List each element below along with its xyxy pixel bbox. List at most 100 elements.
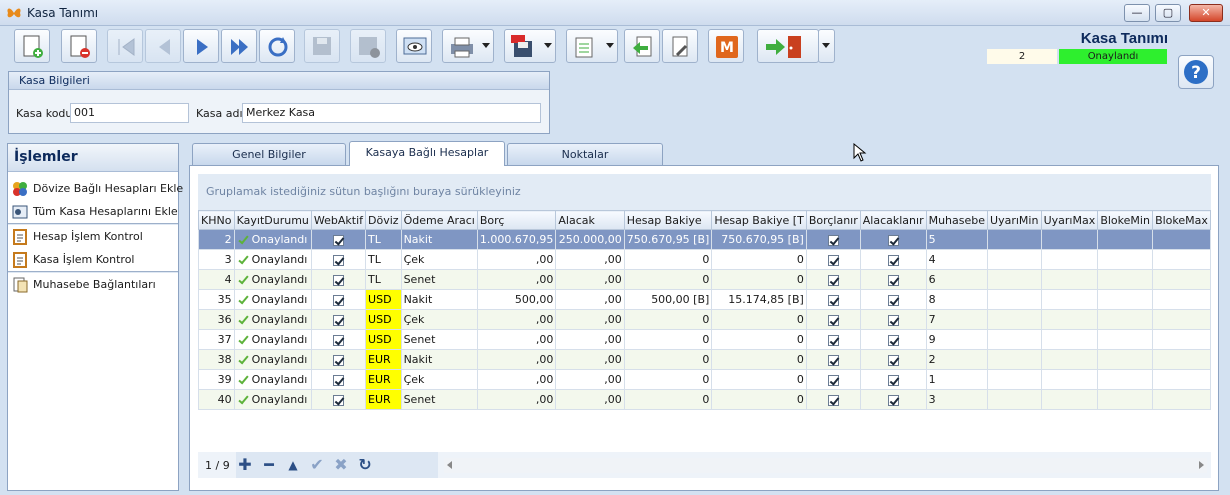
table-row[interactable]: 37 Onaylandı USD Senet ,00,00 0 0 9 bbox=[198, 329, 1211, 350]
uyari-min-cell[interactable] bbox=[987, 389, 1042, 410]
remove-icon[interactable]: ━ bbox=[260, 457, 278, 473]
currency-cell[interactable]: TL bbox=[365, 229, 402, 250]
uyari-max-cell[interactable] bbox=[1040, 249, 1099, 270]
webaktif-cell[interactable] bbox=[310, 269, 367, 290]
column-header[interactable]: BlokeMin bbox=[1097, 210, 1154, 230]
khno-cell[interactable]: 35 bbox=[198, 289, 235, 310]
exit-button[interactable] bbox=[757, 29, 819, 63]
accounting-cell[interactable]: 3 bbox=[925, 389, 989, 410]
table-row[interactable]: 39 Onaylandı EUR Çek ,00,00 0 0 1 bbox=[198, 369, 1211, 390]
bloke-max-cell[interactable] bbox=[1152, 349, 1211, 370]
credit-cell[interactable]: ,00 bbox=[555, 389, 625, 410]
cancel-icon[interactable]: ✖ bbox=[332, 457, 350, 473]
balance-cell[interactable]: 0 bbox=[623, 349, 713, 370]
khno-cell[interactable]: 2 bbox=[198, 229, 235, 250]
status-cell[interactable]: Onaylandı bbox=[233, 349, 312, 370]
debit-cell[interactable]: ,00 bbox=[476, 249, 557, 270]
uyari-max-cell[interactable] bbox=[1040, 389, 1099, 410]
uyari-min-cell[interactable] bbox=[987, 229, 1042, 250]
webaktif-cell[interactable] bbox=[310, 289, 367, 310]
column-header[interactable]: Hesap Bakiye bbox=[623, 210, 713, 230]
checkbox-checked-icon[interactable] bbox=[827, 274, 839, 286]
balance-tl-cell[interactable]: 15.174,85 [B] bbox=[711, 289, 807, 310]
checkbox-checked-icon[interactable] bbox=[827, 294, 839, 306]
balance-tl-cell[interactable]: 0 bbox=[711, 249, 807, 270]
borclanir-cell[interactable] bbox=[805, 289, 861, 310]
currency-cell[interactable]: USD bbox=[365, 289, 402, 310]
uyari-min-cell[interactable] bbox=[987, 269, 1042, 290]
uyari-min-cell[interactable] bbox=[987, 349, 1042, 370]
scroll-left-icon[interactable] bbox=[447, 461, 452, 469]
debit-cell[interactable]: ,00 bbox=[476, 309, 557, 330]
alacaklanir-cell[interactable] bbox=[859, 309, 927, 330]
balance-cell[interactable]: 750.670,95 [B] bbox=[623, 229, 713, 250]
uyari-max-cell[interactable] bbox=[1040, 269, 1099, 290]
borclanir-cell[interactable] bbox=[805, 329, 861, 350]
alacaklanir-cell[interactable] bbox=[859, 229, 927, 250]
status-cell[interactable]: Onaylandı bbox=[233, 309, 312, 330]
credit-cell[interactable]: ,00 bbox=[555, 369, 625, 390]
credit-cell[interactable]: ,00 bbox=[555, 329, 625, 350]
payment-tool-cell[interactable]: Senet bbox=[400, 329, 478, 350]
checkbox-checked-icon[interactable] bbox=[332, 274, 344, 286]
checkbox-checked-icon[interactable] bbox=[827, 354, 839, 366]
checkbox-checked-icon[interactable] bbox=[887, 374, 899, 386]
column-header[interactable]: UyarıMax bbox=[1040, 210, 1099, 230]
borclanir-cell[interactable] bbox=[805, 369, 861, 390]
tab-kasaya-bagli-hesaplar[interactable]: Kasaya Bağlı Hesaplar bbox=[349, 141, 505, 166]
status-cell[interactable]: Onaylandı bbox=[233, 249, 312, 270]
payment-tool-cell[interactable]: Çek bbox=[400, 249, 478, 270]
accounting-cell[interactable]: 8 bbox=[925, 289, 989, 310]
balance-cell[interactable]: 0 bbox=[623, 369, 713, 390]
khno-cell[interactable]: 38 bbox=[198, 349, 235, 370]
balance-cell[interactable]: 0 bbox=[623, 329, 713, 350]
uyari-min-cell[interactable] bbox=[987, 309, 1042, 330]
borclanir-cell[interactable] bbox=[805, 309, 861, 330]
checkbox-checked-icon[interactable] bbox=[887, 234, 899, 246]
column-header[interactable]: UyarıMin bbox=[987, 210, 1042, 230]
column-header[interactable]: Muhasebe bbox=[925, 210, 989, 230]
debit-cell[interactable]: ,00 bbox=[476, 389, 557, 410]
webaktif-cell[interactable] bbox=[310, 309, 367, 330]
checkbox-checked-icon[interactable] bbox=[887, 334, 899, 346]
uyari-max-cell[interactable] bbox=[1040, 349, 1099, 370]
print-dropdown-icon[interactable] bbox=[482, 43, 490, 48]
uyari-min-cell[interactable] bbox=[987, 289, 1042, 310]
credit-cell[interactable]: ,00 bbox=[555, 269, 625, 290]
balance-tl-cell[interactable]: 0 bbox=[711, 369, 807, 390]
append-icon[interactable]: ✚ bbox=[236, 457, 254, 473]
uyari-min-cell[interactable] bbox=[987, 249, 1042, 270]
checkbox-checked-icon[interactable] bbox=[887, 314, 899, 326]
preview-button[interactable] bbox=[396, 29, 432, 63]
bloke-max-cell[interactable] bbox=[1152, 309, 1211, 330]
checkbox-checked-icon[interactable] bbox=[332, 294, 344, 306]
column-header[interactable]: Döviz bbox=[365, 210, 402, 230]
debit-cell[interactable]: 500,00 bbox=[476, 289, 557, 310]
credit-cell[interactable]: 250.000,00 bbox=[555, 229, 625, 250]
uyari-max-cell[interactable] bbox=[1040, 309, 1099, 330]
bloke-min-cell[interactable] bbox=[1097, 289, 1154, 310]
status-cell[interactable]: Onaylandı bbox=[233, 269, 312, 290]
alacaklanir-cell[interactable] bbox=[859, 269, 927, 290]
checkbox-checked-icon[interactable] bbox=[332, 254, 344, 266]
delete-record-button[interactable] bbox=[61, 29, 97, 63]
save-cancel-button[interactable] bbox=[350, 29, 386, 63]
bloke-min-cell[interactable] bbox=[1097, 389, 1154, 410]
pdf-dropdown-icon[interactable] bbox=[544, 43, 552, 48]
status-cell[interactable]: Onaylandı bbox=[233, 389, 312, 410]
bloke-min-cell[interactable] bbox=[1097, 329, 1154, 350]
column-header[interactable]: WebAktif bbox=[310, 210, 367, 230]
table-row[interactable]: 3 Onaylandı TL Çek ,00,00 0 0 4 bbox=[198, 249, 1211, 270]
scroll-right-icon[interactable] bbox=[1199, 461, 1204, 469]
previous-record-button[interactable] bbox=[145, 29, 181, 63]
confirm-icon[interactable]: ✔ bbox=[308, 457, 326, 473]
pdf-export-button[interactable] bbox=[504, 29, 556, 63]
balance-tl-cell[interactable]: 0 bbox=[711, 309, 807, 330]
alacaklanir-cell[interactable] bbox=[859, 369, 927, 390]
balance-cell[interactable]: 0 bbox=[623, 249, 713, 270]
credit-cell[interactable]: ,00 bbox=[555, 349, 625, 370]
checkbox-checked-icon[interactable] bbox=[332, 374, 344, 386]
tab-genel-bilgiler[interactable]: Genel Bilgiler bbox=[192, 143, 346, 165]
credit-cell[interactable]: ,00 bbox=[555, 289, 625, 310]
move-up-icon[interactable]: ▲ bbox=[284, 457, 302, 473]
